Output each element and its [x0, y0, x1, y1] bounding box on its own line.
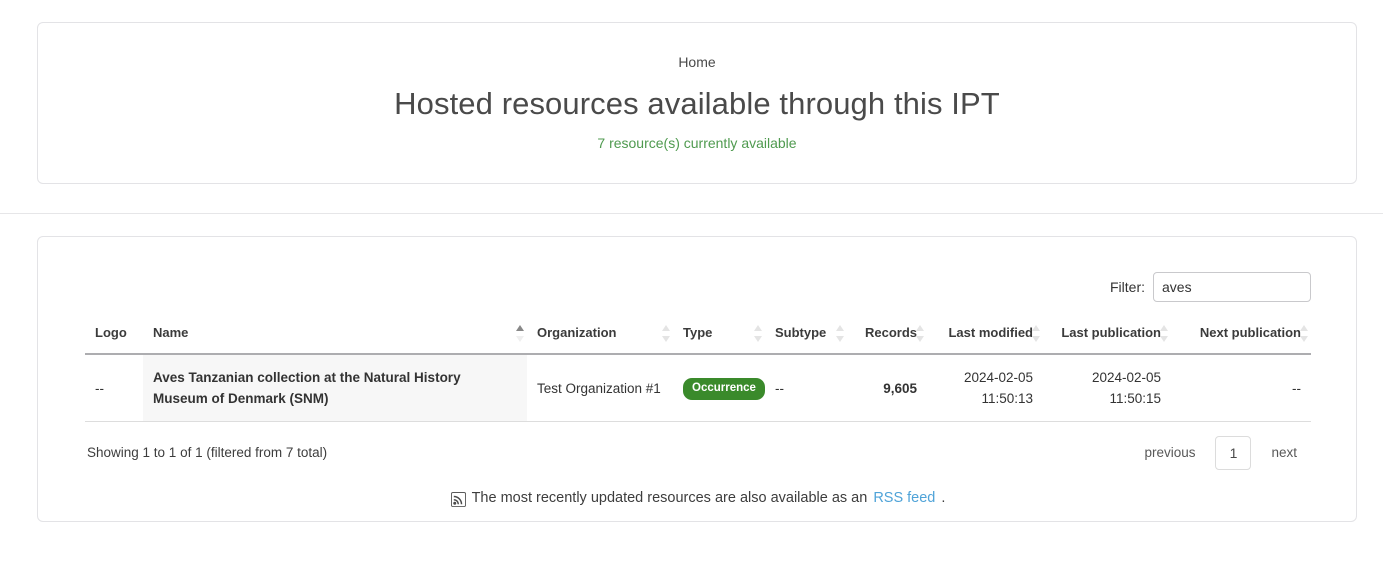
table-footer: Showing 1 to 1 of 1 (filtered from 7 tot…: [85, 436, 1311, 470]
last-modified-time: 11:50:13: [937, 388, 1033, 409]
pagination-page-1-button[interactable]: 1: [1215, 436, 1251, 470]
sort-indicator-next-publication-icon[interactable]: [1300, 325, 1309, 342]
col-header-last-modified[interactable]: Last modified: [927, 315, 1043, 354]
resources-table-card: Filter:: [37, 236, 1357, 522]
cell-type: Occurrence: [673, 354, 765, 422]
filter-input[interactable]: [1153, 272, 1311, 302]
table-inner: Filter:: [85, 237, 1311, 508]
rss-icon: [451, 492, 466, 507]
col-header-type[interactable]: Type: [673, 315, 765, 354]
section-divider: [0, 213, 1383, 214]
table-header-row: Logo Name Organization Type: [85, 315, 1311, 354]
filter-label: Filter:: [1110, 278, 1145, 296]
last-publication-time: 11:50:15: [1053, 388, 1161, 409]
cell-records: 9,605: [847, 354, 927, 422]
pagination-previous-button[interactable]: previous: [1132, 438, 1207, 468]
sort-indicator-name-icon[interactable]: [516, 325, 525, 342]
cell-organization: Test Organization #1: [527, 354, 673, 422]
col-label-last-modified: Last modified: [948, 325, 1033, 340]
col-label-subtype: Subtype: [775, 325, 826, 340]
col-header-organization[interactable]: Organization: [527, 315, 673, 354]
breadcrumb-home-link[interactable]: Home: [678, 54, 715, 70]
resource-count-subtitle: 7 resource(s) currently available: [38, 134, 1356, 152]
sort-indicator-records-icon[interactable]: [916, 325, 925, 342]
sort-indicator-organization-icon[interactable]: [662, 325, 671, 342]
col-header-subtype[interactable]: Subtype: [765, 315, 847, 354]
cell-last-modified: 2024-02-05 11:50:13: [927, 354, 1043, 422]
pagination: previous 1 next: [1132, 436, 1309, 470]
col-label-last-publication: Last publication: [1061, 325, 1161, 340]
rss-feed-link[interactable]: RSS feed: [873, 488, 935, 508]
showing-info: Showing 1 to 1 of 1 (filtered from 7 tot…: [87, 444, 327, 462]
col-header-logo[interactable]: Logo: [85, 315, 143, 354]
sort-indicator-last-publication-icon[interactable]: [1160, 325, 1169, 342]
rss-trailing-period: .: [941, 488, 945, 508]
col-header-next-publication[interactable]: Next publication: [1171, 315, 1311, 354]
col-header-last-publication[interactable]: Last publication: [1043, 315, 1171, 354]
cell-next-publication: --: [1171, 354, 1311, 422]
status-badge: Occurrence: [683, 378, 765, 400]
sort-indicator-type-icon[interactable]: [754, 325, 763, 342]
rss-text: The most recently updated resources are …: [472, 488, 868, 508]
pagination-next-button[interactable]: next: [1259, 438, 1309, 468]
page-title: Hosted resources available through this …: [38, 85, 1356, 123]
rss-feed-line: The most recently updated resources are …: [85, 488, 1311, 508]
col-label-logo: Logo: [95, 325, 127, 340]
col-header-name[interactable]: Name: [143, 315, 527, 354]
col-label-type: Type: [683, 325, 712, 340]
col-label-next-publication: Next publication: [1200, 325, 1301, 340]
page-root: Home Hosted resources available through …: [0, 0, 1383, 561]
col-header-records[interactable]: Records: [847, 315, 927, 354]
cell-name[interactable]: Aves Tanzanian collection at the Natural…: [143, 354, 527, 422]
breadcrumb: Home: [38, 53, 1356, 71]
col-label-records: Records: [865, 325, 917, 340]
sort-indicator-last-modified-icon[interactable]: [1032, 325, 1041, 342]
last-modified-date: 2024-02-05: [937, 367, 1033, 388]
table-body: -- Aves Tanzanian collection at the Natu…: [85, 354, 1311, 422]
col-label-organization: Organization: [537, 325, 616, 340]
cell-last-publication: 2024-02-05 11:50:15: [1043, 354, 1171, 422]
table-head: Logo Name Organization Type: [85, 315, 1311, 354]
cell-logo: --: [85, 354, 143, 422]
cell-subtype: --: [765, 354, 847, 422]
sort-indicator-subtype-icon[interactable]: [836, 325, 845, 342]
col-label-name: Name: [153, 325, 188, 340]
resources-table: Logo Name Organization Type: [85, 315, 1311, 422]
table-row[interactable]: -- Aves Tanzanian collection at the Natu…: [85, 354, 1311, 422]
last-publication-date: 2024-02-05: [1053, 367, 1161, 388]
filter-row: Filter:: [85, 237, 1311, 302]
hero-card: Home Hosted resources available through …: [37, 22, 1357, 184]
